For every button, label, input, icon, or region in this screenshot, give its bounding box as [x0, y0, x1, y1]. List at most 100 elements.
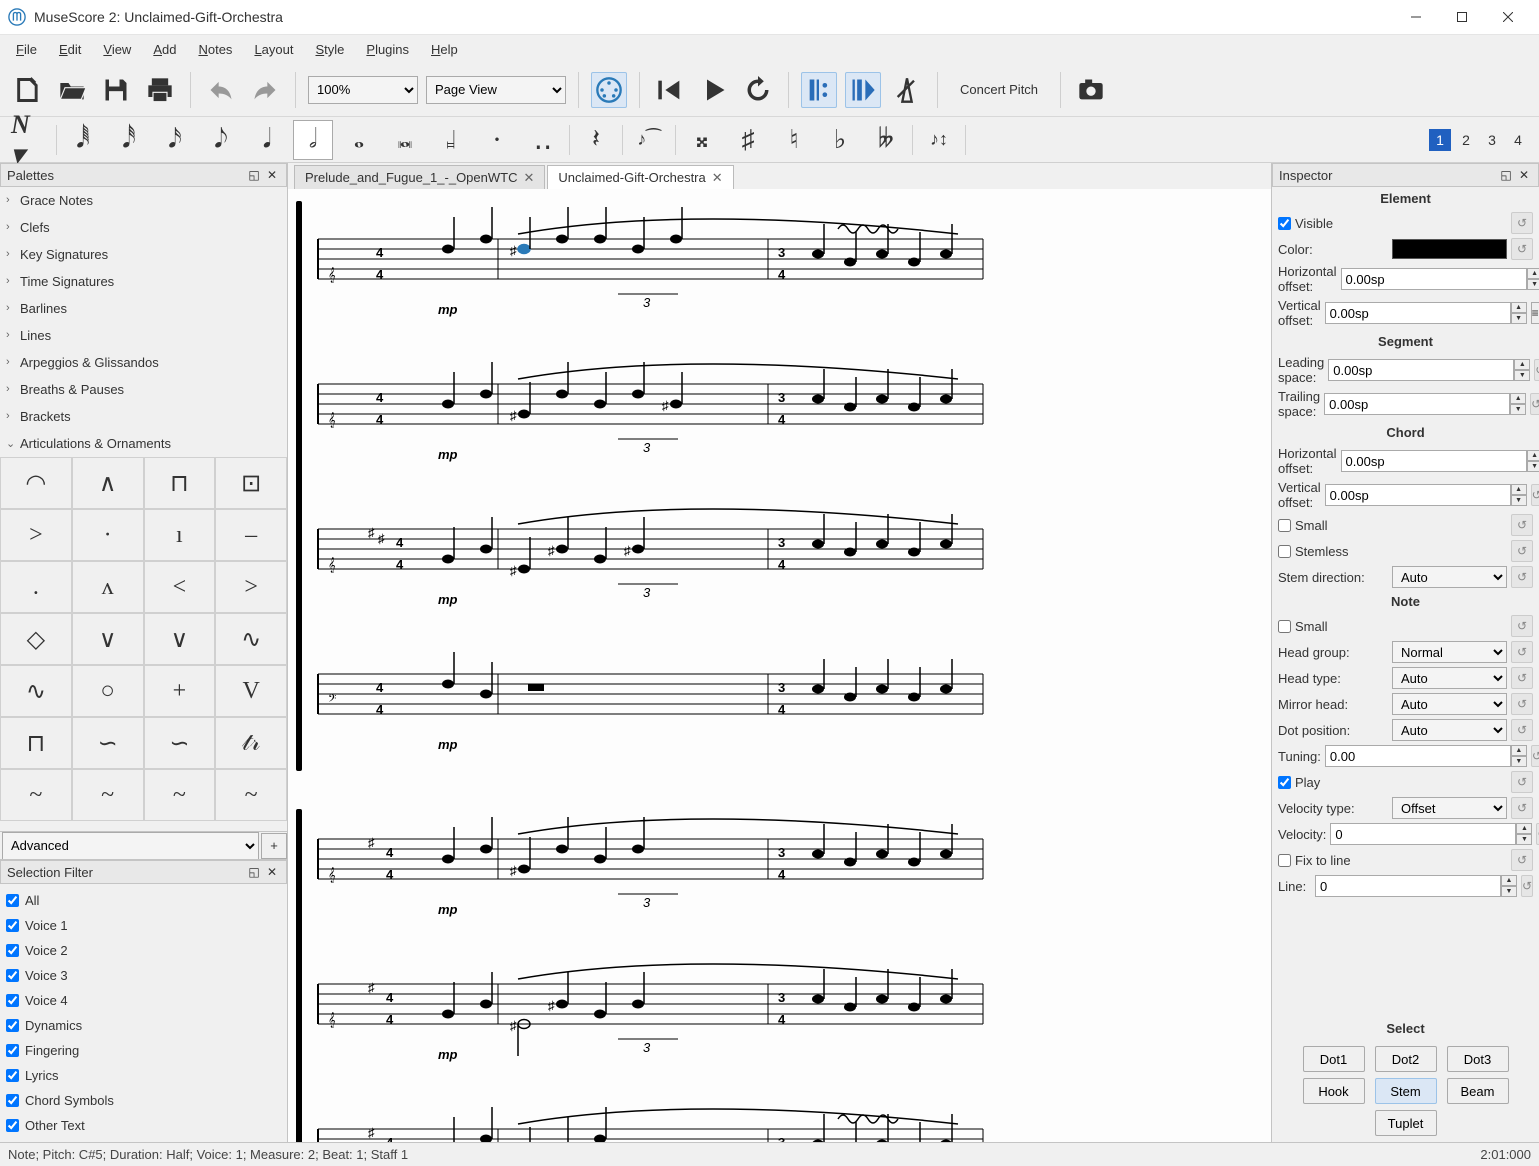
- staff[interactable]: 𝄞♯44♯34: [308, 1089, 1271, 1142]
- articulation-cell[interactable]: ~: [0, 769, 72, 821]
- note-small-checkbox[interactable]: [1278, 620, 1291, 633]
- lead-input[interactable]: [1328, 359, 1514, 381]
- small-checkbox[interactable]: [1278, 519, 1291, 532]
- staff[interactable]: 𝄞♯44♯♯343mp: [308, 944, 1271, 1089]
- duration-double-dot[interactable]: ‥: [523, 120, 563, 160]
- articulation-cell[interactable]: ~: [72, 769, 144, 821]
- minimize-button[interactable]: [1393, 2, 1439, 32]
- selfilter-item[interactable]: All: [6, 888, 281, 913]
- palette-item-time-sig[interactable]: ›Time Signatures: [0, 268, 287, 295]
- articulation-cell[interactable]: ~: [144, 769, 216, 821]
- trail-input[interactable]: [1324, 393, 1510, 415]
- menu-edit[interactable]: Edit: [49, 38, 91, 61]
- selfilter-item[interactable]: Lyrics: [6, 1063, 281, 1088]
- natural-button[interactable]: ♮: [774, 120, 814, 160]
- tab-close-icon[interactable]: ✕: [712, 170, 723, 186]
- open-button[interactable]: [54, 72, 90, 108]
- duration-32nd[interactable]: 𝅘𝅥𝅰: [109, 120, 149, 160]
- articulation-cell[interactable]: V: [215, 665, 287, 717]
- zoom-select[interactable]: 100%: [308, 76, 418, 104]
- play-button[interactable]: [696, 72, 732, 108]
- reset-button[interactable]: ↺: [1511, 540, 1533, 562]
- reset-button[interactable]: ↺: [1521, 875, 1533, 897]
- inspector-undock-button[interactable]: ◱: [1498, 167, 1514, 183]
- stemdir-select[interactable]: Auto: [1392, 566, 1507, 588]
- menu-plugins[interactable]: Plugins: [356, 38, 419, 61]
- mirror-select[interactable]: Auto: [1392, 693, 1507, 715]
- chord-voff-input[interactable]: [1325, 484, 1511, 506]
- articulation-cell[interactable]: ∧: [72, 457, 144, 509]
- reset-button[interactable]: ↺: [1531, 745, 1539, 767]
- selfilter-item[interactable]: Dynamics: [6, 1013, 281, 1038]
- articulation-cell[interactable]: +: [144, 665, 216, 717]
- articulation-cell[interactable]: ◠: [0, 457, 72, 509]
- align-button[interactable]: ≡: [1531, 302, 1539, 324]
- menu-layout[interactable]: Layout: [244, 38, 303, 61]
- reset-button[interactable]: ↺: [1511, 615, 1533, 637]
- tab-close-icon[interactable]: ✕: [523, 170, 534, 186]
- palette-advanced-select[interactable]: Advanced: [2, 832, 259, 860]
- close-button[interactable]: [1485, 2, 1531, 32]
- palette-item-arpeggios[interactable]: ›Arpeggios & Glissandos: [0, 349, 287, 376]
- staff[interactable]: 𝄢4434mp: [308, 634, 1271, 779]
- metronome-button[interactable]: [889, 72, 925, 108]
- duration-breve[interactable]: 𝅜: [385, 120, 425, 160]
- flat-button[interactable]: ♭: [820, 120, 860, 160]
- articulation-cell[interactable]: ◇: [0, 613, 72, 665]
- select-stem-button[interactable]: Stem: [1375, 1078, 1437, 1104]
- select-dot1-button[interactable]: Dot1: [1303, 1046, 1365, 1072]
- palette-item-brackets[interactable]: ›Brackets: [0, 403, 287, 430]
- reset-button[interactable]: ↺: [1511, 797, 1533, 819]
- articulation-cell[interactable]: ∽: [144, 717, 216, 769]
- menu-add[interactable]: Add: [143, 38, 186, 61]
- reset-button[interactable]: ↺: [1534, 359, 1539, 381]
- reset-button[interactable]: ↺: [1511, 693, 1533, 715]
- articulation-cell[interactable]: ⊡: [215, 457, 287, 509]
- redo-button[interactable]: [247, 72, 283, 108]
- articulation-cell[interactable]: ○: [72, 665, 144, 717]
- voice-4-button[interactable]: 4: [1507, 129, 1529, 151]
- veltype-select[interactable]: Offset: [1392, 797, 1507, 819]
- tab-prelude[interactable]: Prelude_and_Fugue_1_-_OpenWTC✕: [294, 165, 545, 189]
- select-dot2-button[interactable]: Dot2: [1375, 1046, 1437, 1072]
- selfilter-item[interactable]: Fingering: [6, 1038, 281, 1063]
- tie-button[interactable]: ♪⁀: [629, 120, 669, 160]
- tab-unclaimed[interactable]: Unclaimed-Gift-Orchestra✕: [547, 165, 733, 189]
- articulation-cell[interactable]: ·: [72, 509, 144, 561]
- reset-button[interactable]: ↺: [1530, 393, 1539, 415]
- palettes-undock-button[interactable]: ◱: [246, 167, 262, 183]
- selfilter-item[interactable]: Voice 1: [6, 913, 281, 938]
- menu-view[interactable]: View: [93, 38, 141, 61]
- color-swatch[interactable]: [1392, 239, 1507, 259]
- snapshot-button[interactable]: [1073, 72, 1109, 108]
- palette-add-button[interactable]: +: [261, 833, 287, 859]
- staff[interactable]: 𝄞44♯343mp: [308, 199, 1271, 344]
- voff-input[interactable]: [1325, 302, 1511, 324]
- articulation-cell[interactable]: ∨: [72, 613, 144, 665]
- palettes-close-button[interactable]: ✕: [264, 167, 280, 183]
- articulation-cell[interactable]: ⊓: [144, 457, 216, 509]
- articulation-cell[interactable]: ∿: [0, 665, 72, 717]
- palette-item-lines[interactable]: ›Lines: [0, 322, 287, 349]
- note-input-button[interactable]: N ▾: [10, 120, 50, 160]
- double-flat-button[interactable]: 𝄫: [866, 120, 906, 160]
- duration-dot[interactable]: ·: [477, 120, 517, 160]
- headtype-select[interactable]: Auto: [1392, 667, 1507, 689]
- undo-button[interactable]: [203, 72, 239, 108]
- selfilter-item[interactable]: Voice 4: [6, 988, 281, 1013]
- duration-half[interactable]: 𝅗𝅥: [293, 120, 333, 160]
- selfilter-undock-button[interactable]: ◱: [246, 864, 262, 880]
- reset-button[interactable]: ↺: [1511, 849, 1533, 871]
- inspector-close-button[interactable]: ✕: [1516, 167, 1532, 183]
- reset-button[interactable]: ↺: [1531, 484, 1539, 506]
- palette-list[interactable]: ›Grace Notes ›Clefs ›Key Signatures ›Tim…: [0, 187, 287, 831]
- print-button[interactable]: [142, 72, 178, 108]
- selfilter-item[interactable]: Voice 2: [6, 938, 281, 963]
- viewmode-select[interactable]: Page View: [426, 76, 566, 104]
- articulation-cell[interactable]: ⊓: [0, 717, 72, 769]
- duration-whole[interactable]: 𝅝: [339, 120, 379, 160]
- menu-file[interactable]: File: [6, 38, 47, 61]
- sharp-button[interactable]: ♯: [728, 120, 768, 160]
- menu-style[interactable]: Style: [305, 38, 354, 61]
- repeat-end-button[interactable]: [845, 72, 881, 108]
